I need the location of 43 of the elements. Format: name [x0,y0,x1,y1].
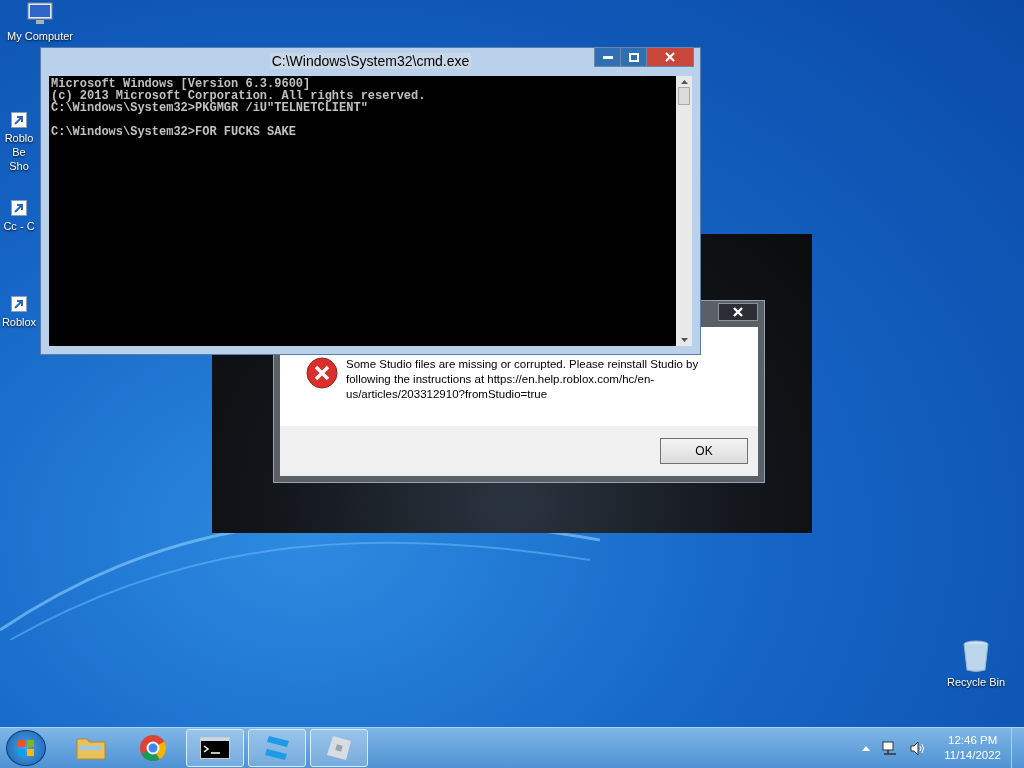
error-icon [306,357,338,389]
desktop-icon-label[interactable]: My Computer [7,29,73,43]
console-line: C:\Windows\System32>PKGMGR /iU"TELNETCLIENT" [51,102,369,114]
desktop-icon-label[interactable]: Cc - C [3,219,35,233]
maximize-icon [628,52,639,62]
folder-icon [76,736,106,760]
desktop-icon-label[interactable]: Be [12,145,26,159]
shortcut-icon[interactable] [11,200,27,216]
close-icon [665,52,675,62]
desktop-icon-label[interactable]: Sho [9,159,29,173]
scroll-thumb[interactable] [678,87,690,105]
desktop-icon-label[interactable]: Roblo [4,131,34,145]
window-title: C:\Windows\System32\cmd.exe [269,53,472,69]
scroll-down-icon[interactable] [680,338,688,342]
clock-time: 12:46 PM [948,733,998,748]
trash-bin-icon[interactable] [963,640,989,672]
start-button[interactable] [6,730,46,766]
error-message: Some Studio files are missing or corrupted. Please reinstall Studio by following the instructions at https://en.help.roblox.com/hc/en-us/articles/203312910?fromStudio=true [346,357,700,402]
computer-icon[interactable] [25,2,55,26]
desktop-icon-label[interactable]: Roblox [1,315,37,329]
tilted-squares-icon [263,734,291,762]
close-icon [733,307,743,317]
network-icon[interactable] [882,740,899,756]
close-button[interactable] [718,303,758,321]
console-line: C:\Windows\System32>FOR FUCKS SAKE [51,126,297,138]
terminal-icon [200,737,230,759]
speaker-icon[interactable] [910,740,927,756]
console-line: Microsoft Windows [Version 6.3.9600] [51,78,311,90]
minimize-icon [602,55,613,59]
caret-icon[interactable] [862,745,871,751]
shortcut-icon[interactable] [11,112,27,128]
scroll-up-icon[interactable] [680,80,688,84]
shortcut-icon[interactable] [11,296,27,312]
taskbar-button[interactable] [186,729,244,767]
minimize-button[interactable] [595,48,621,66]
clock-date: 11/14/2022 [944,748,1001,763]
scrollbar[interactable] [676,76,692,346]
desktop-icon-label[interactable]: Recycle Bin [946,675,1006,689]
maximize-button[interactable] [621,48,647,66]
console-line: (c) 2013 Microsoft Corporation. All rights reserved. [51,90,427,102]
tricolor-circle-icon [139,734,167,762]
ok-button[interactable]: OK [660,438,748,464]
windows-logo-icon [18,740,34,756]
